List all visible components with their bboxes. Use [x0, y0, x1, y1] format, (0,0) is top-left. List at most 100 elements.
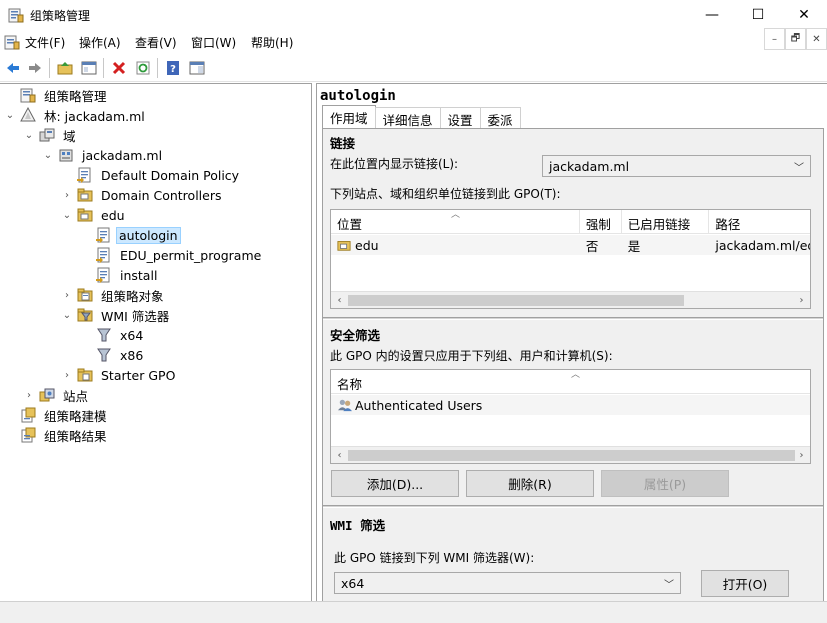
- menu-help[interactable]: 帮助(H): [251, 34, 293, 51]
- gpo-name-heading: autologin: [320, 88, 396, 104]
- menu-window[interactable]: 窗口(W): [191, 34, 236, 51]
- chevron-down-icon: ﹀: [664, 579, 674, 591]
- mdi-close-button[interactable]: ✕: [806, 28, 827, 50]
- gpm-root-icon: [20, 88, 36, 103]
- tree-item[interactable]: x86: [80, 345, 147, 365]
- minimize-button[interactable]: —: [689, 0, 735, 30]
- tree-item[interactable]: › 组策略对象: [61, 285, 168, 305]
- table-row[interactable]: Authenticated Users: [331, 395, 810, 415]
- scroll-left-icon[interactable]: ‹: [331, 447, 348, 464]
- show-hide-tree-icon[interactable]: [79, 58, 99, 78]
- wmi-filtering-label: 此 GPO 链接到下列 WMI 筛选器(W):: [334, 551, 535, 565]
- tree-item[interactable]: Default Domain Policy: [61, 165, 243, 185]
- properties-button[interactable]: 属性(P): [601, 470, 729, 497]
- delete-icon[interactable]: [109, 58, 129, 78]
- security-horizontal-scrollbar[interactable]: ‹ ›: [331, 446, 810, 463]
- expand-chevron-down-icon[interactable]: ⌄: [61, 305, 73, 325]
- tab-details[interactable]: 详细信息: [374, 107, 441, 128]
- link-location-cell: edu: [331, 238, 580, 253]
- column-header-enforced[interactable]: 强制: [580, 210, 622, 234]
- show-action-pane-icon[interactable]: [187, 58, 207, 78]
- expand-chevron-down-icon[interactable]: ⌄: [23, 125, 35, 145]
- menu-action[interactable]: 操作(A): [79, 34, 121, 51]
- security-principal-cell: Authenticated Users: [331, 398, 488, 413]
- tree-item[interactable]: › Domain Controllers: [61, 185, 225, 205]
- add-button[interactable]: 添加(D)...: [331, 470, 459, 497]
- maximize-button[interactable]: ☐: [735, 0, 781, 30]
- tree-item[interactable]: › 站点: [23, 385, 92, 405]
- ou-folder-icon: [77, 208, 93, 222]
- scroll-track[interactable]: [348, 292, 793, 309]
- help-icon[interactable]: ?: [163, 58, 183, 78]
- tree-item[interactable]: ⌄ 林: jackadam.ml: [4, 105, 149, 125]
- tree-item[interactable]: 组策略建模: [4, 405, 111, 425]
- links-horizontal-scrollbar[interactable]: ‹ ›: [331, 291, 810, 308]
- open-button[interactable]: 打开(O): [701, 570, 789, 597]
- scroll-thumb[interactable]: [348, 294, 684, 306]
- scroll-left-icon[interactable]: ‹: [331, 292, 348, 309]
- menu-file[interactable]: 文件(F): [25, 34, 65, 51]
- tree-item[interactable]: 组策略管理: [4, 85, 111, 105]
- wmi-filter-dropdown[interactable]: x64 ﹀: [334, 572, 681, 594]
- tree-item[interactable]: autologin: [80, 225, 181, 245]
- tree-item-label: WMI 筛选器: [101, 308, 170, 324]
- modeling-icon: [21, 407, 36, 423]
- expand-chevron-down-icon[interactable]: ⌄: [61, 205, 73, 225]
- links-listview[interactable]: 位置 ︿ 强制 已启用链接 路径 edu 否 是 jackadam.ml/edu: [330, 209, 811, 309]
- links-location-dropdown[interactable]: jackadam.ml ﹀: [542, 155, 811, 177]
- column-header-link-enabled[interactable]: 已启用链接: [622, 210, 710, 234]
- window-title: 组策略管理: [30, 9, 91, 23]
- tab-settings[interactable]: 设置: [439, 107, 481, 128]
- mdi-controls: – 🗗 ✕: [764, 28, 827, 52]
- wmi-filter-value: x64: [341, 575, 365, 591]
- toolbar: ?: [0, 54, 827, 82]
- remove-button[interactable]: 删除(R): [466, 470, 594, 497]
- scroll-track[interactable]: [348, 447, 795, 464]
- tree-item[interactable]: ⌄ 域: [23, 125, 80, 145]
- expand-chevron-right-icon[interactable]: ›: [23, 385, 35, 405]
- links-location-value: jackadam.ml: [549, 158, 630, 174]
- results-icon: [21, 427, 36, 443]
- scroll-right-icon[interactable]: ›: [793, 447, 810, 464]
- table-row[interactable]: edu 否 是 jackadam.ml/edu: [331, 235, 810, 255]
- tree-item-label: x64: [120, 327, 144, 343]
- security-filtering-listview[interactable]: 名称 ︿ Authenticated Users ‹ ›: [330, 369, 811, 464]
- tree-item[interactable]: › Starter GPO: [61, 365, 179, 385]
- scroll-right-icon[interactable]: ›: [793, 292, 810, 309]
- tab-delegation[interactable]: 委派: [479, 107, 521, 128]
- up-folder-icon[interactable]: [55, 58, 75, 78]
- security-filtering-label: 此 GPO 内的设置只应用于下列组、用户和计算机(S):: [330, 349, 613, 363]
- tree-item-label: jackadam.ml: [82, 147, 163, 163]
- tree-item[interactable]: 组策略结果: [4, 425, 111, 445]
- tree-item[interactable]: ⌄ jackadam.ml: [42, 145, 166, 165]
- tree-item[interactable]: EDU_permit_programe: [80, 245, 265, 265]
- chevron-down-icon: ﹀: [794, 162, 804, 174]
- sort-ascending-icon: ︿: [451, 210, 461, 220]
- scroll-thumb[interactable]: [348, 449, 795, 461]
- forward-arrow-icon[interactable]: [25, 58, 45, 78]
- tree-item-label: install: [120, 267, 158, 283]
- expand-chevron-right-icon[interactable]: ›: [61, 185, 73, 205]
- tree-item[interactable]: install: [80, 265, 161, 285]
- mmc-document-icon[interactable]: [4, 34, 20, 50]
- menu-view[interactable]: 查看(V): [135, 34, 177, 51]
- mdi-minimize-button[interactable]: –: [764, 28, 785, 50]
- expand-chevron-down-icon[interactable]: ⌄: [42, 145, 54, 165]
- back-arrow-icon[interactable]: [3, 58, 23, 78]
- column-header-path[interactable]: 路径: [709, 210, 810, 234]
- tab-scope[interactable]: 作用域: [322, 105, 376, 128]
- expand-chevron-right-icon[interactable]: ›: [61, 365, 73, 385]
- tree-item[interactable]: ⌄ WMI 筛选器: [61, 305, 173, 325]
- column-header-location[interactable]: 位置 ︿: [331, 210, 580, 234]
- refresh-icon[interactable]: [133, 58, 153, 78]
- column-header-name[interactable]: 名称 ︿: [331, 370, 810, 394]
- expand-chevron-right-icon[interactable]: ›: [61, 285, 73, 305]
- tree-item[interactable]: ⌄ edu: [61, 205, 129, 225]
- close-button[interactable]: ✕: [781, 0, 827, 30]
- wmi-filter-icon: [97, 328, 111, 342]
- tree-item[interactable]: x64: [80, 325, 147, 345]
- expand-chevron-down-icon[interactable]: ⌄: [4, 105, 16, 125]
- user-group-icon: [338, 399, 352, 412]
- mdi-restore-button[interactable]: 🗗: [785, 28, 806, 50]
- gpm-app-icon: [8, 8, 24, 23]
